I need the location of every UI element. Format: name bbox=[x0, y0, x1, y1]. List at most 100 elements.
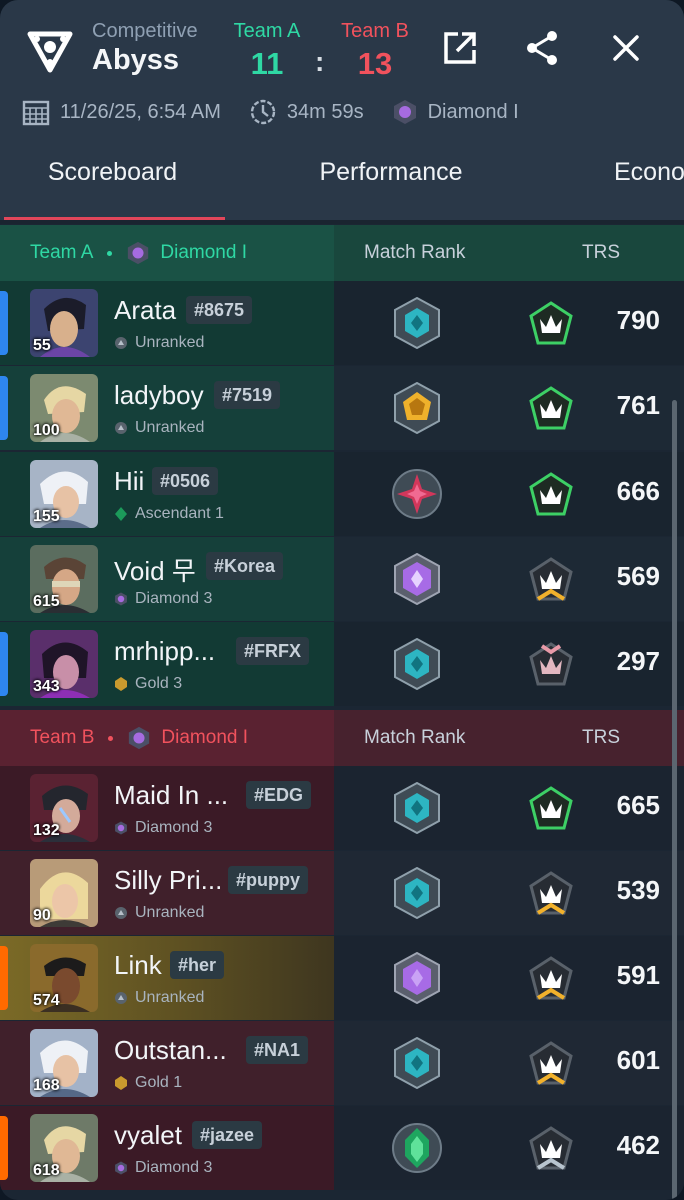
score-separator: : bbox=[315, 46, 325, 77]
team-a-label: Team A bbox=[233, 20, 301, 42]
player-level: 100 bbox=[33, 422, 60, 439]
player-row[interactable]: 90 Silly Pri... #puppy Unranked 539 bbox=[0, 851, 684, 935]
team-a-score: 11 bbox=[250, 46, 284, 81]
trs-value: 790 bbox=[616, 305, 660, 335]
trs-value: 539 bbox=[616, 875, 660, 905]
match-header: Competitive Abyss Team A 11 : Team B 13 bbox=[0, 0, 684, 222]
gold-rank-icon bbox=[115, 677, 127, 691]
diamond-rank-icon bbox=[115, 592, 127, 606]
player-name: Silly Pri... bbox=[114, 865, 223, 895]
share-icon[interactable] bbox=[522, 28, 562, 68]
duration-text: 34m 59s bbox=[286, 100, 364, 123]
trs-value: 569 bbox=[616, 561, 660, 591]
trs-column-header: TRS bbox=[582, 242, 620, 263]
player-level: 155 bbox=[33, 508, 60, 525]
player-accent-bar bbox=[0, 376, 8, 440]
player-tag: #EDG bbox=[246, 781, 312, 809]
team-b-header: Team B Diamond I Match Rank TRS bbox=[0, 710, 684, 766]
trs-pink-icon bbox=[529, 642, 573, 686]
match-meta: 11/26/25, 6:54 AM 34m 59s Diamond I bbox=[22, 96, 547, 128]
player-level: 132 bbox=[33, 822, 60, 839]
player-level: 168 bbox=[33, 1077, 60, 1094]
player-rank-text: Gold 3 bbox=[135, 675, 183, 692]
player-row[interactable]: 55 Arata #8675 Unranked 790 bbox=[0, 281, 684, 365]
player-name: Outstan... bbox=[114, 1035, 227, 1065]
diamond-rank-icon bbox=[129, 726, 150, 750]
diamond-icon bbox=[394, 553, 440, 605]
diamond-rank-icon bbox=[128, 241, 149, 265]
trs-value: 666 bbox=[616, 476, 660, 506]
match-rank-column-header: Match Rank bbox=[364, 727, 466, 748]
diamond-rank-icon bbox=[393, 100, 416, 124]
player-tag: #0506 bbox=[152, 467, 219, 495]
team-a-header: Team A Diamond I Match Rank TRS bbox=[0, 225, 684, 281]
trs-value: 761 bbox=[616, 390, 660, 420]
trs-green-icon bbox=[529, 386, 573, 430]
player-rank: Gold 3 bbox=[114, 674, 182, 694]
triangle-logo-icon bbox=[27, 31, 73, 73]
tab-divider bbox=[0, 220, 684, 224]
player-row[interactable]: 343 mrhipp... #FRFX Gold 3 297 bbox=[0, 622, 684, 706]
team-b-score-block: Team B 13 bbox=[330, 20, 420, 82]
player-row-highlighted[interactable]: 574 Link #her Unranked 591 bbox=[0, 936, 684, 1020]
unranked-icon bbox=[115, 337, 127, 349]
player-tag: #FRFX bbox=[236, 637, 310, 665]
separator-dot bbox=[108, 735, 114, 741]
player-row[interactable]: 615 Void 무 #Korea Diamond 3 569 bbox=[0, 537, 684, 621]
player-name: ladyboy bbox=[114, 380, 204, 410]
match-rank-column-header: Match Rank bbox=[364, 242, 466, 263]
player-row[interactable]: 132 Maid In ... #EDG Diamond 3 665 bbox=[0, 766, 684, 850]
player-row[interactable]: 155 Hii #0506 Ascendant 1 666 bbox=[0, 452, 684, 536]
player-rank: Unranked bbox=[114, 418, 204, 438]
team-a-header-rank: Diamond I bbox=[160, 242, 247, 263]
trs-value: 462 bbox=[616, 1130, 660, 1160]
player-tag: #her bbox=[170, 951, 225, 979]
unranked-icon bbox=[115, 992, 127, 1004]
open-external-icon[interactable] bbox=[440, 28, 480, 68]
player-rank-text: Diamond 3 bbox=[135, 1159, 213, 1176]
close-icon[interactable] bbox=[606, 28, 646, 68]
trs-gold-icon bbox=[529, 1041, 573, 1085]
diamond-icon bbox=[394, 952, 440, 1004]
player-rank-text: Gold 1 bbox=[135, 1074, 183, 1091]
game-mode-label: Competitive bbox=[92, 20, 198, 42]
tab-scoreboard[interactable]: Scoreboard bbox=[0, 150, 225, 222]
player-name: Link bbox=[114, 950, 162, 980]
tab-performance[interactable]: Performance bbox=[260, 150, 522, 222]
gold-rank-icon bbox=[115, 1076, 127, 1090]
team-b-label: Team B bbox=[341, 20, 409, 42]
trs-green-icon bbox=[529, 786, 573, 830]
map-name: Abyss bbox=[92, 44, 180, 76]
calendar-icon bbox=[22, 100, 50, 126]
match-date: 11/26/25, 6:54 AM bbox=[22, 98, 221, 126]
trs-silver-icon bbox=[529, 1126, 573, 1170]
scrollbar[interactable] bbox=[672, 400, 677, 1200]
player-rank: Unranked bbox=[114, 333, 204, 353]
trs-value: 591 bbox=[616, 960, 660, 990]
player-accent-bar bbox=[0, 946, 8, 1010]
match-details-panel: Competitive Abyss Team A 11 : Team B 13 bbox=[0, 0, 684, 1200]
player-row[interactable]: 100 ladyboy #7519 Unranked 761 bbox=[0, 366, 684, 450]
tab-economy[interactable]: Econo bbox=[614, 150, 684, 222]
unranked-icon bbox=[115, 422, 127, 434]
player-rank-text: Diamond 3 bbox=[135, 590, 213, 607]
platinum-icon bbox=[394, 297, 440, 349]
player-rank: Unranked bbox=[114, 903, 204, 923]
player-name: mrhipp... bbox=[114, 636, 216, 666]
player-tag: #Korea bbox=[206, 552, 284, 580]
player-rank-text: Unranked bbox=[135, 419, 205, 436]
team-b-header-name: Team B bbox=[30, 727, 95, 748]
platinum-icon bbox=[394, 1037, 440, 1089]
player-row[interactable]: 618 vyalet #jazee Diamond 3 462 bbox=[0, 1106, 684, 1190]
player-tag: #jazee bbox=[192, 1121, 263, 1149]
player-rank-text: Unranked bbox=[135, 989, 205, 1006]
player-row[interactable]: 168 Outstan... #NA1 Gold 1 601 bbox=[0, 1021, 684, 1105]
platinum-icon bbox=[394, 782, 440, 834]
avg-rank-text: Diamond I bbox=[427, 100, 519, 123]
player-level: 574 bbox=[33, 992, 60, 1009]
player-name: Void 무 bbox=[114, 556, 196, 586]
player-name: vyalet bbox=[114, 1120, 182, 1150]
trs-value: 297 bbox=[616, 646, 660, 676]
diamond-rank-icon bbox=[115, 821, 127, 835]
player-level: 343 bbox=[33, 678, 60, 695]
